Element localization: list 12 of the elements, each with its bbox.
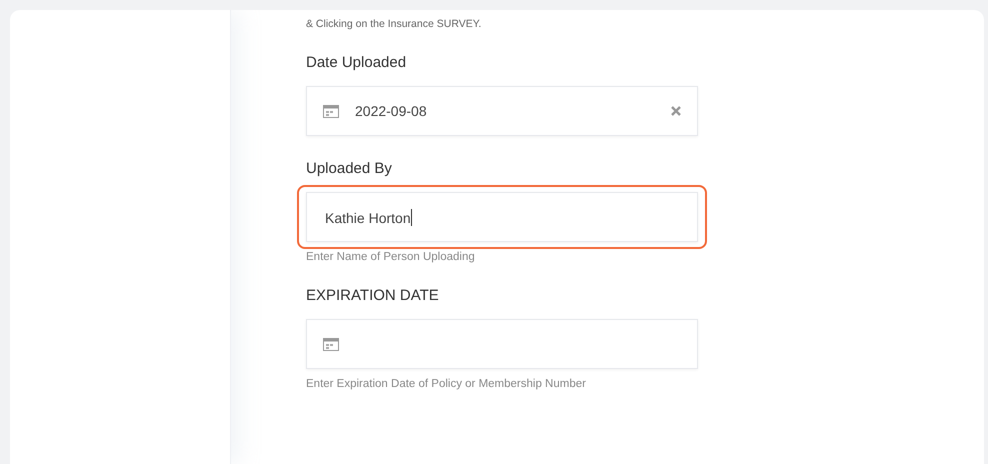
calendar-icon — [323, 104, 339, 118]
field-label: Date Uploaded — [306, 54, 408, 71]
clear-icon[interactable] — [671, 106, 681, 116]
date-field[interactable] — [306, 319, 698, 369]
calendar-icon — [323, 337, 339, 351]
field-label: EXPIRATION DATE — [306, 287, 440, 304]
text-field[interactable]: Kathie Horton — [306, 192, 698, 242]
note-text: & Clicking on the Insurance SURVEY. — [306, 18, 482, 30]
field-label: Uploaded By — [306, 160, 393, 177]
help-text: Enter Expiration Date of Policy or Membership Number — [306, 378, 587, 390]
date-field[interactable]: 2022-09-08 — [306, 86, 698, 136]
help-text: Enter Name of Person Uploading — [306, 251, 476, 263]
